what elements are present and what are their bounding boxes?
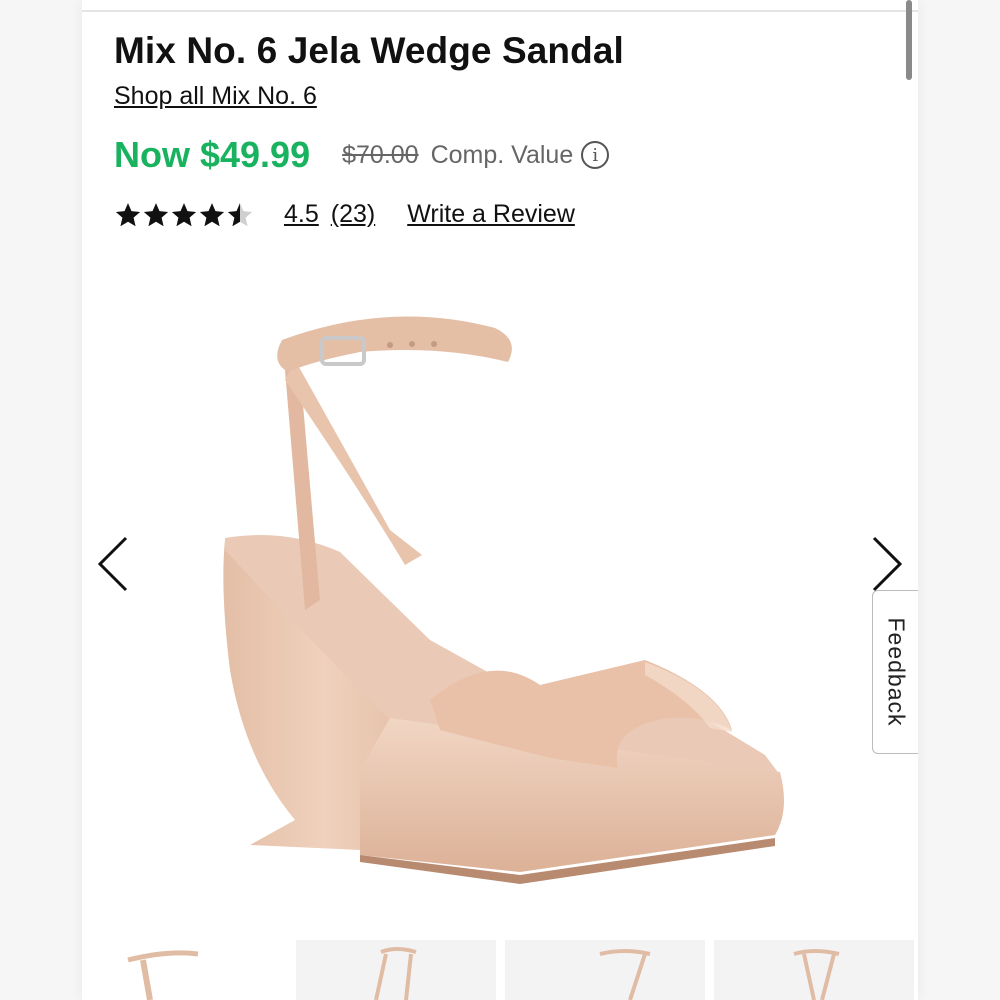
star-rating xyxy=(114,201,254,229)
rating-value-link[interactable]: 4.5 xyxy=(284,200,319,229)
thumbnail-image xyxy=(374,947,417,1000)
thumbnail-2[interactable] xyxy=(296,940,496,1000)
review-count-link[interactable]: (23) xyxy=(331,200,375,229)
star-half-icon xyxy=(227,202,253,226)
chevron-right-icon[interactable] xyxy=(866,534,906,594)
rating-row: 4.5 (23) Write a Review xyxy=(114,200,575,229)
thumbnail-3[interactable] xyxy=(505,940,705,1000)
thumbnail-image xyxy=(793,949,840,1000)
star-full-icon xyxy=(115,202,141,226)
star-full-icon xyxy=(199,202,225,226)
star-full-icon xyxy=(171,202,197,226)
product-title: Mix No. 6 Jela Wedge Sandal xyxy=(114,30,624,71)
header-divider xyxy=(82,10,918,12)
feedback-tab[interactable]: Feedback xyxy=(872,590,918,754)
feedback-label: Feedback xyxy=(883,617,909,727)
shop-brand-link[interactable]: Shop all Mix No. 6 xyxy=(114,82,317,111)
thumbnail-image xyxy=(599,949,651,1000)
chevron-left-icon[interactable] xyxy=(94,534,134,594)
sale-price: Now $49.99 xyxy=(114,134,311,175)
star-full-icon xyxy=(143,202,169,226)
comp-value-label: Comp. Value xyxy=(430,140,574,169)
comp-price: $70.00 xyxy=(342,140,419,169)
info-circle-icon[interactable]: i xyxy=(581,141,610,169)
thumbnail-image xyxy=(127,950,199,1000)
thumbnail-4[interactable] xyxy=(714,940,914,1000)
thumbnail-1[interactable] xyxy=(88,940,288,1000)
price-row: Now $49.99 $70.00 Comp. Value i xyxy=(114,134,610,176)
scrollbar[interactable] xyxy=(906,0,912,80)
write-review-link[interactable]: Write a Review xyxy=(407,200,575,229)
product-image[interactable] xyxy=(190,290,830,900)
